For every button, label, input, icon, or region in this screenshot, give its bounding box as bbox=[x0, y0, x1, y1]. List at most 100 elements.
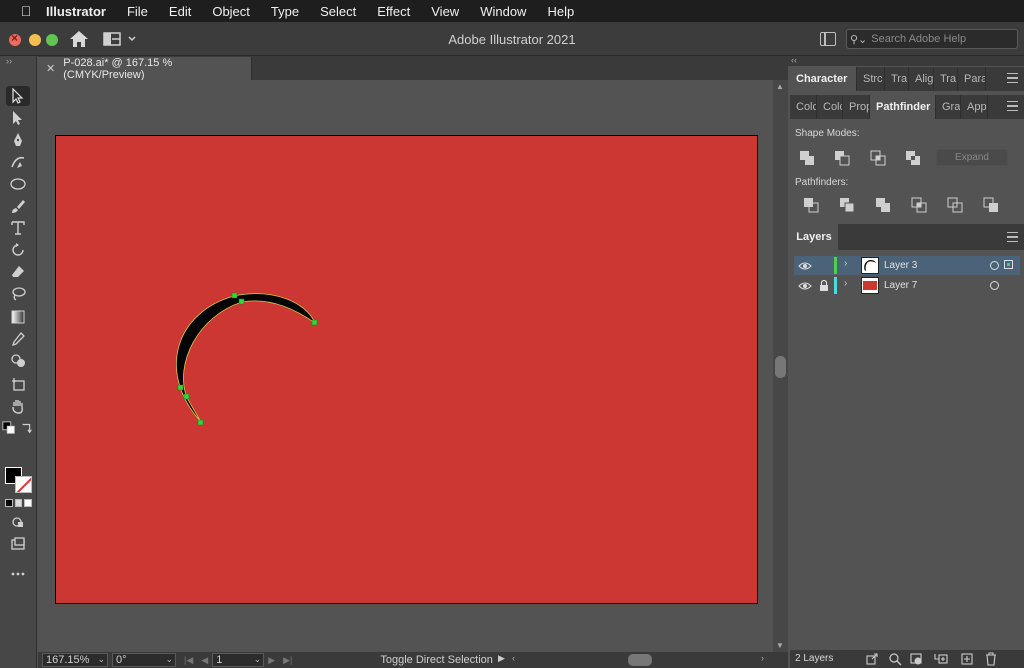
screen-mode-icon[interactable] bbox=[6, 534, 30, 554]
lock-icon[interactable] bbox=[818, 279, 830, 292]
help-search-input[interactable]: ⚲⌄ Search Adobe Help bbox=[846, 29, 1018, 49]
menu-app-name[interactable]: Illustrator bbox=[46, 4, 106, 19]
scroll-down-icon[interactable]: ▼ bbox=[776, 641, 784, 650]
gradient-tool-icon[interactable] bbox=[6, 307, 30, 327]
locate-object-icon[interactable] bbox=[888, 652, 902, 666]
direct-selection-tool-icon[interactable] bbox=[6, 108, 30, 128]
artboard-number-select[interactable]: 1 ⌄ bbox=[212, 653, 265, 667]
panel-menu-icon[interactable] bbox=[1007, 73, 1018, 83]
zoom-select[interactable]: 167.15% ⌄ bbox=[42, 653, 108, 667]
stroke-none-swatch[interactable] bbox=[15, 476, 32, 493]
eyedropper-tool-icon[interactable] bbox=[6, 329, 30, 349]
scroll-left-icon[interactable]: ‹ bbox=[512, 653, 515, 663]
expand-layer-chevron-icon[interactable]: › bbox=[844, 258, 847, 269]
menu-object[interactable]: Object bbox=[212, 4, 250, 19]
menu-effect[interactable]: Effect bbox=[377, 4, 410, 19]
first-artboard-icon[interactable]: |◀ bbox=[184, 655, 193, 666]
menu-file[interactable]: File bbox=[127, 4, 148, 19]
tab-appearance[interactable]: App bbox=[961, 95, 988, 119]
tab-properties[interactable]: Prop bbox=[843, 95, 870, 119]
draw-mode-icon[interactable] bbox=[6, 512, 30, 532]
visibility-eye-icon[interactable] bbox=[798, 259, 812, 273]
layer-row-layer-7[interactable]: › Layer 7 bbox=[794, 276, 1020, 295]
tab-align[interactable]: Alig bbox=[909, 67, 934, 91]
tab-paragraph[interactable]: Para bbox=[958, 67, 986, 91]
status-menu-icon[interactable]: ▶ bbox=[498, 653, 505, 664]
new-layer-icon[interactable] bbox=[960, 652, 974, 666]
menu-help[interactable]: Help bbox=[547, 4, 574, 19]
shape-builder-tool-icon[interactable] bbox=[6, 351, 30, 371]
canvas[interactable] bbox=[38, 80, 773, 652]
exclude-icon[interactable] bbox=[905, 150, 921, 166]
layer-target-circle[interactable] bbox=[990, 261, 999, 270]
outline-icon[interactable] bbox=[947, 197, 963, 213]
close-window-button[interactable] bbox=[9, 31, 21, 46]
lasso-tool-icon[interactable] bbox=[6, 284, 30, 304]
tab-stroke[interactable]: Strc bbox=[857, 67, 885, 91]
swap-colors-icon[interactable] bbox=[20, 418, 34, 438]
delete-layer-icon[interactable] bbox=[984, 652, 998, 666]
clipping-mask-icon[interactable] bbox=[910, 652, 924, 666]
selection-tool-icon[interactable] bbox=[6, 86, 30, 106]
curvature-tool-icon[interactable] bbox=[6, 152, 30, 172]
scroll-right-icon[interactable]: › bbox=[761, 653, 764, 663]
home-icon[interactable] bbox=[66, 28, 92, 50]
crop-icon[interactable] bbox=[911, 197, 927, 213]
layer-row-layer-3[interactable]: › Layer 3 bbox=[794, 256, 1020, 275]
close-document-icon[interactable]: ✕ bbox=[46, 62, 55, 75]
tab-pathfinder[interactable]: Pathfinder bbox=[870, 95, 936, 119]
tab-transparency[interactable]: Tra bbox=[885, 67, 909, 91]
tab-color[interactable]: Colc bbox=[790, 95, 817, 119]
menu-window[interactable]: Window bbox=[480, 4, 526, 19]
expand-button[interactable]: Expand bbox=[936, 149, 1008, 166]
panel-menu-icon[interactable] bbox=[1007, 101, 1018, 111]
collapse-toolbar-icon[interactable]: ›› bbox=[6, 56, 12, 66]
tab-color-guide[interactable]: Colc bbox=[817, 95, 843, 119]
previous-artboard-icon[interactable]: ◀ bbox=[201, 655, 208, 666]
more-tools-icon[interactable] bbox=[6, 564, 30, 584]
artboard-tool-icon[interactable] bbox=[6, 374, 30, 394]
gradient-mode-button[interactable] bbox=[14, 499, 23, 507]
panel-toggle-icon[interactable] bbox=[820, 32, 836, 46]
ellipse-tool-icon[interactable] bbox=[6, 174, 30, 194]
workspace-switcher-button[interactable] bbox=[103, 30, 143, 48]
default-colors-icon[interactable] bbox=[2, 418, 16, 438]
rotate-tool-icon[interactable] bbox=[6, 240, 30, 260]
divide-icon[interactable] bbox=[803, 197, 819, 213]
minus-back-icon[interactable] bbox=[983, 197, 999, 213]
next-artboard-icon[interactable]: ▶ bbox=[268, 655, 275, 666]
horizontal-scroll-thumb[interactable] bbox=[628, 654, 652, 666]
tab-layers[interactable]: Layers bbox=[790, 224, 838, 250]
minimize-window-button[interactable] bbox=[29, 34, 41, 46]
none-mode-button[interactable] bbox=[24, 499, 33, 507]
hand-tool-icon[interactable] bbox=[6, 396, 30, 416]
menu-view[interactable]: View bbox=[431, 4, 459, 19]
menu-type[interactable]: Type bbox=[271, 4, 299, 19]
new-sublayer-icon[interactable] bbox=[934, 652, 948, 666]
layer-selection-indicator[interactable] bbox=[1004, 260, 1013, 269]
scroll-up-icon[interactable]: ▲ bbox=[776, 82, 784, 91]
horizontal-scrollbar[interactable]: ▶ ‹ › bbox=[498, 653, 768, 666]
document-tab[interactable]: ✕ P-028.ai* @ 167.15 % (CMYK/Preview) bbox=[38, 57, 252, 81]
last-artboard-icon[interactable]: ▶| bbox=[283, 655, 292, 666]
menu-select[interactable]: Select bbox=[320, 4, 356, 19]
zoom-window-button[interactable] bbox=[46, 34, 58, 46]
intersect-icon[interactable] bbox=[870, 150, 886, 166]
rotation-select[interactable]: 0° ⌄ bbox=[112, 653, 176, 667]
export-icon[interactable] bbox=[865, 652, 879, 666]
expand-layer-chevron-icon[interactable]: › bbox=[844, 278, 847, 289]
visibility-eye-icon[interactable] bbox=[798, 279, 812, 293]
type-tool-icon[interactable] bbox=[6, 218, 30, 238]
unite-icon[interactable] bbox=[799, 150, 815, 166]
vertical-scroll-thumb[interactable] bbox=[775, 356, 786, 378]
pen-tool-icon[interactable] bbox=[6, 130, 30, 150]
trim-icon[interactable] bbox=[839, 197, 855, 213]
panel-menu-icon[interactable] bbox=[1007, 232, 1018, 242]
tab-transform[interactable]: Tra bbox=[934, 67, 958, 91]
paintbrush-tool-icon[interactable] bbox=[6, 196, 30, 216]
tab-character[interactable]: Character bbox=[790, 67, 857, 91]
layer-target-circle[interactable] bbox=[990, 281, 999, 290]
minus-front-icon[interactable] bbox=[834, 150, 850, 166]
vertical-scrollbar[interactable]: ▲ ▼ bbox=[773, 80, 788, 652]
color-mode-button[interactable] bbox=[5, 499, 13, 507]
